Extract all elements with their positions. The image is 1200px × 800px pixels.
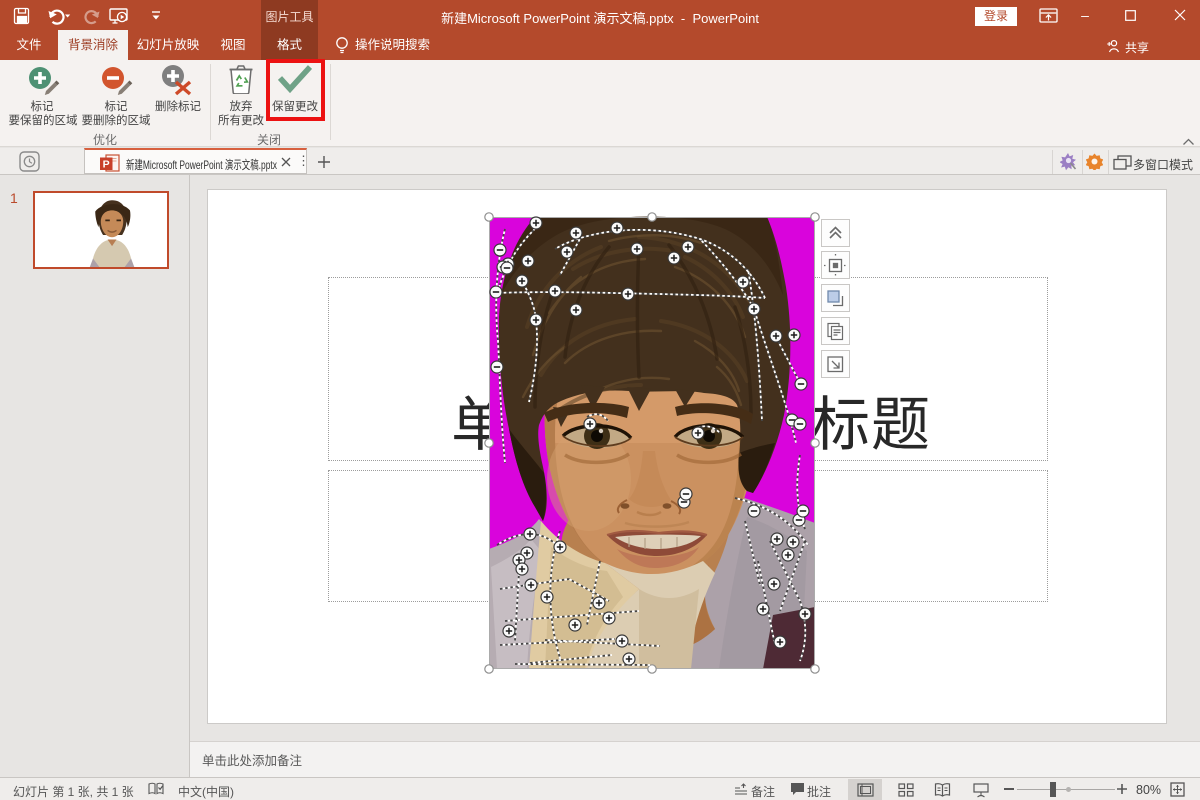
svg-text:P: P bbox=[103, 158, 110, 170]
